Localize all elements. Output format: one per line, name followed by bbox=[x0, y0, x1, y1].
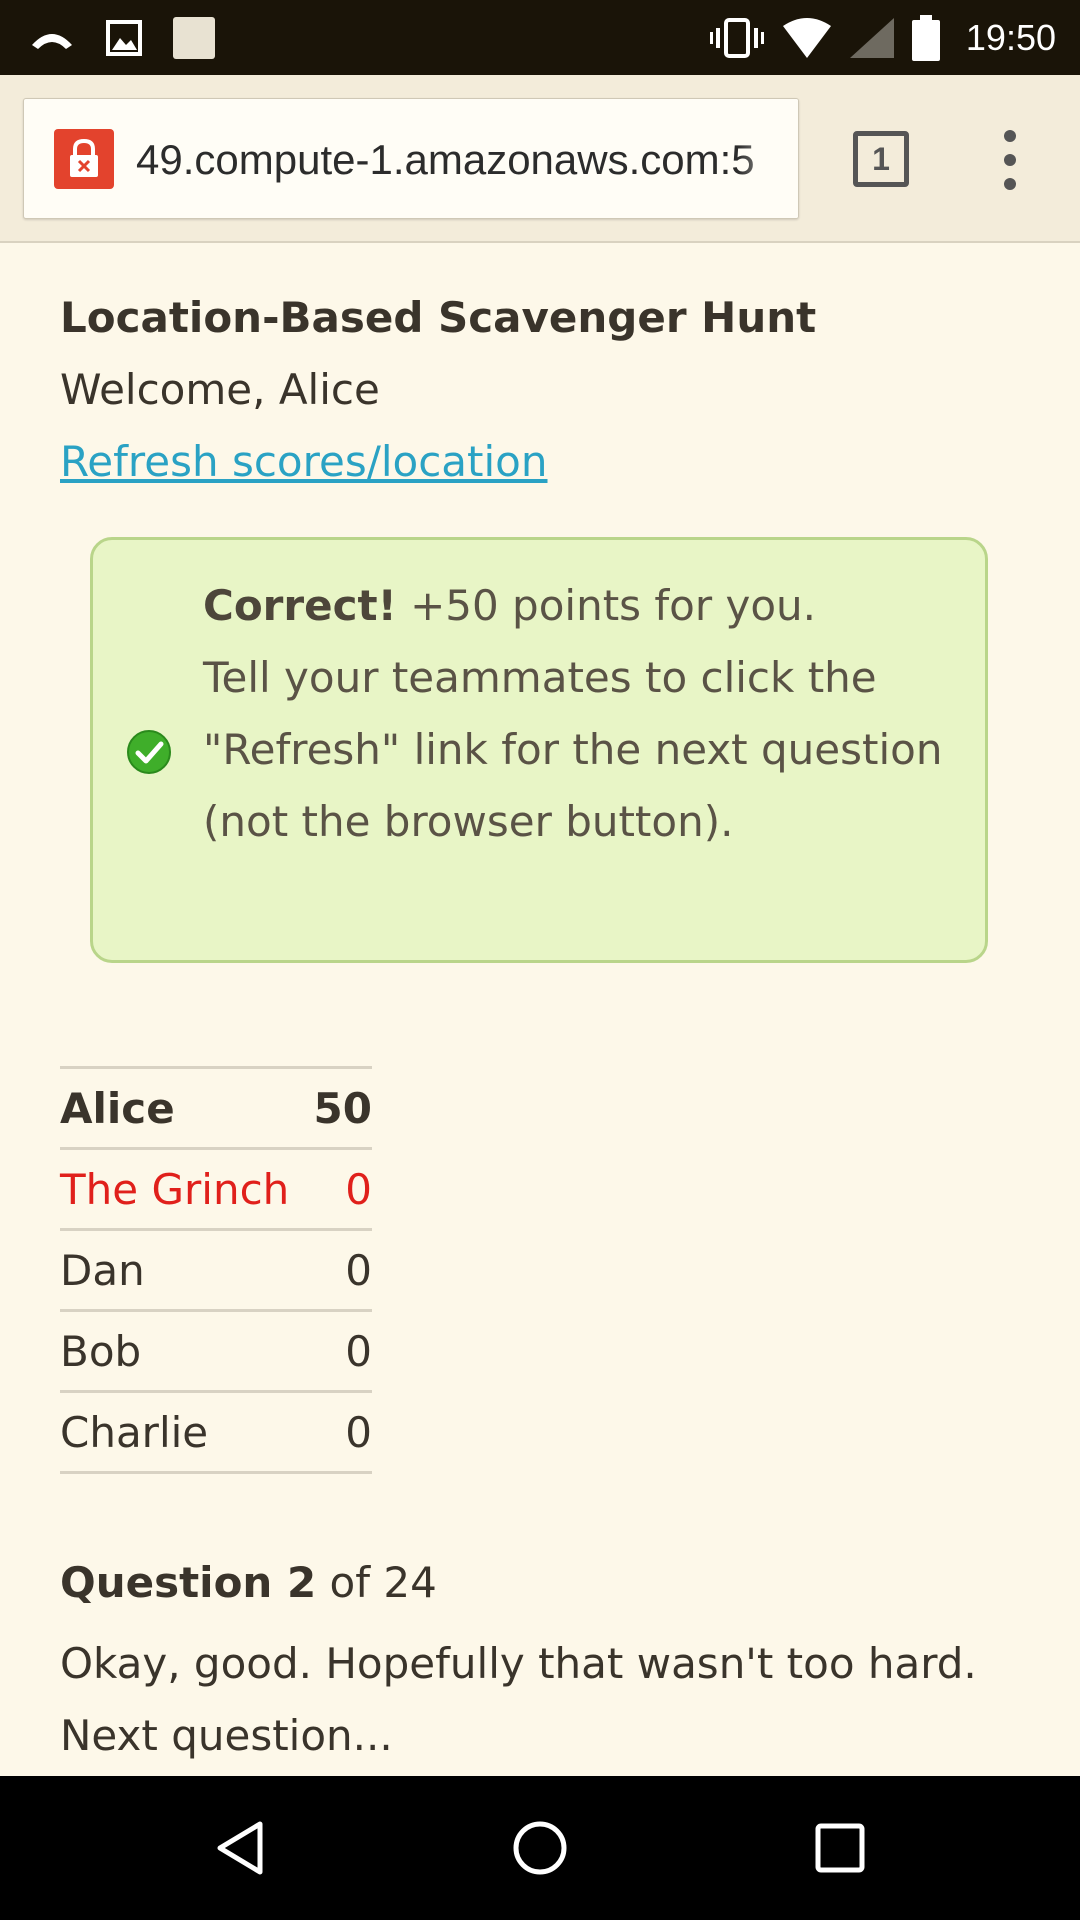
alert-points: +50 points for you. bbox=[396, 581, 817, 630]
player-score: 0 bbox=[308, 1147, 372, 1230]
welcome-text: Welcome, Alice bbox=[60, 365, 380, 414]
blank-notification-icon bbox=[172, 16, 216, 60]
player-name: Alice bbox=[60, 1066, 309, 1149]
player-score: 50 bbox=[308, 1066, 372, 1149]
url-text[interactable]: 49.compute-1.amazonaws.com:5 bbox=[136, 99, 786, 218]
missed-call-icon bbox=[28, 23, 76, 53]
question-count: of 24 bbox=[316, 1558, 437, 1607]
battery-icon bbox=[911, 14, 940, 61]
status-bar: 19:50 bbox=[0, 0, 1080, 75]
player-score: 0 bbox=[308, 1309, 372, 1392]
alert-body: Tell your teammates to click the "Refres… bbox=[203, 653, 943, 846]
player-score: 0 bbox=[308, 1390, 372, 1474]
overflow-menu-icon[interactable] bbox=[995, 130, 1025, 190]
vibrate-icon bbox=[709, 17, 764, 58]
url-bar[interactable]: 49.compute-1.amazonaws.com:5 bbox=[23, 98, 799, 219]
question-label: Question 2 bbox=[60, 1558, 317, 1607]
home-icon[interactable] bbox=[504, 1812, 576, 1884]
table-row: Alice 50 bbox=[60, 1066, 372, 1149]
system-nav-bar bbox=[0, 1776, 1080, 1920]
table-row: Bob 0 bbox=[60, 1309, 372, 1392]
recents-icon[interactable] bbox=[804, 1812, 876, 1884]
clock: 19:50 bbox=[965, 16, 1056, 58]
cellular-signal-icon bbox=[849, 17, 894, 58]
page-title: Location-Based Scavenger Hunt bbox=[60, 293, 817, 342]
question-text: Okay, good. Hopefully that wasn't too ha… bbox=[60, 1639, 977, 1760]
player-name: Bob bbox=[60, 1309, 309, 1392]
image-notification-icon bbox=[106, 19, 142, 56]
browser-toolbar: 49.compute-1.amazonaws.com:5 1 bbox=[0, 75, 1080, 243]
question-header: Question 2 of 24 bbox=[60, 1558, 437, 1607]
scoreboard-table: Alice 50 The Grinch 0 Dan 0 Bob 0 Charli… bbox=[60, 1066, 372, 1474]
back-icon[interactable] bbox=[204, 1812, 276, 1884]
alert-message: Correct! +50 points for you. Tell your t… bbox=[203, 570, 943, 858]
table-row: Dan 0 bbox=[60, 1228, 372, 1311]
url-fade bbox=[738, 99, 798, 218]
player-name: Dan bbox=[60, 1228, 309, 1311]
player-name: The Grinch bbox=[60, 1147, 309, 1230]
table-row: The Grinch 0 bbox=[60, 1147, 372, 1230]
table-row: Charlie 0 bbox=[60, 1390, 372, 1474]
alert-strong: Correct! bbox=[203, 581, 397, 630]
player-score: 0 bbox=[308, 1228, 372, 1311]
player-name: Charlie bbox=[60, 1390, 309, 1474]
tab-switcher-button[interactable]: 1 bbox=[853, 131, 909, 187]
refresh-link[interactable]: Refresh scores/location bbox=[60, 437, 548, 486]
wifi-icon bbox=[782, 17, 832, 58]
check-circle-icon bbox=[127, 730, 171, 774]
broken-lock-icon[interactable] bbox=[54, 129, 114, 189]
success-alert: Correct! +50 points for you. Tell your t… bbox=[90, 537, 988, 963]
